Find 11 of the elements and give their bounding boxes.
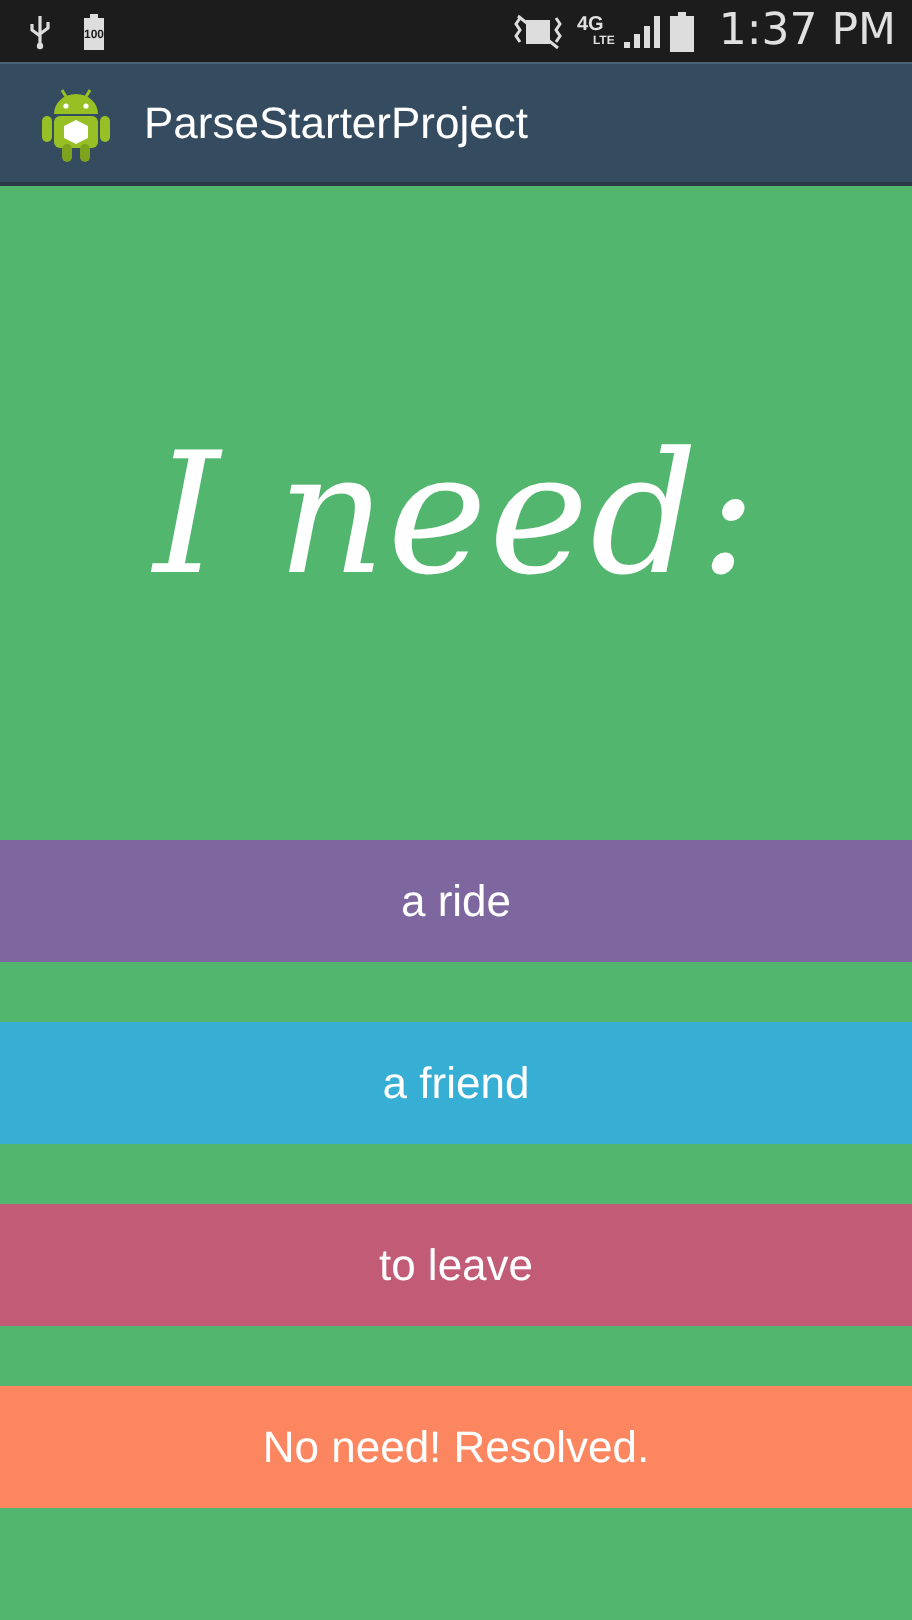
option-button[interactable]: a ride [0, 840, 912, 962]
signal-icon [622, 13, 663, 49]
option-button[interactable]: No need! Resolved. [0, 1386, 912, 1508]
usb-icon [28, 13, 52, 49]
battery-full-icon [670, 11, 695, 51]
network-type: 4G [576, 15, 606, 35]
heading: I need: [153, 413, 759, 615]
clock: 1:37 PM [718, 9, 896, 53]
app-title: ParseStarterProject [144, 96, 528, 152]
option-button[interactable]: a friend [0, 1022, 912, 1144]
option-button[interactable]: to leave [0, 1204, 912, 1326]
